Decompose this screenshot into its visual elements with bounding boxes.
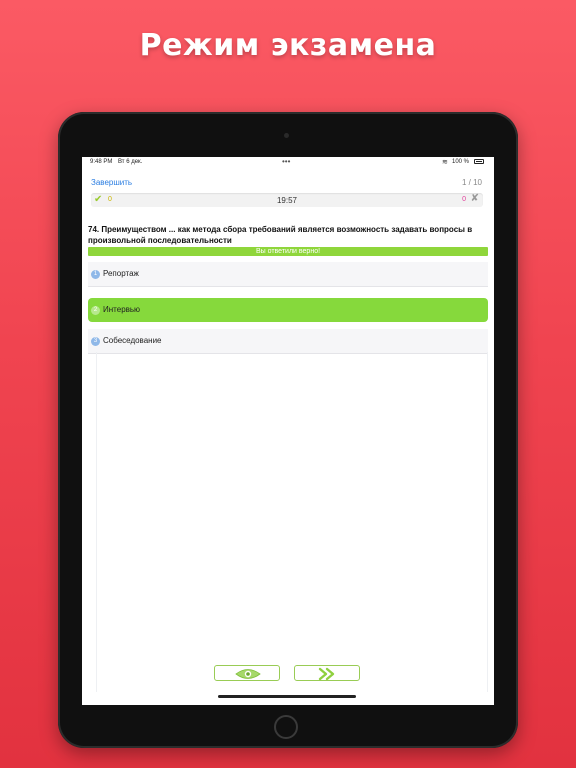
exam-timer: 19:57 xyxy=(276,196,298,205)
home-button[interactable] xyxy=(274,715,298,739)
multitask-dots-icon[interactable]: ••• xyxy=(282,157,290,166)
option-number-badge: 2 xyxy=(91,306,100,315)
navigation-bar: Завершить 1 / 10 xyxy=(82,177,494,191)
eye-icon xyxy=(235,669,261,679)
answer-option-3[interactable]: 3 Собеседование xyxy=(88,329,488,354)
option-number-badge: 1 xyxy=(91,270,100,279)
right-guide-line xyxy=(487,352,488,692)
option-label: Репортаж xyxy=(103,269,139,278)
status-bar: 9:48 PM Вт 6 дек. ••• ≋ 100 % xyxy=(82,157,494,167)
tablet-frame: 9:48 PM Вт 6 дек. ••• ≋ 100 % Завершить … xyxy=(58,112,518,748)
battery-icon xyxy=(474,159,484,164)
wifi-icon: ≋ xyxy=(442,159,448,166)
score-bar: ✔ 0 19:57 0 ✘ xyxy=(91,193,483,207)
page-headline: Режим экзамена xyxy=(139,28,437,63)
question-progress: 1 / 10 xyxy=(461,178,482,187)
option-number-badge: 3 xyxy=(91,337,100,346)
status-time: 9:48 PM xyxy=(90,159,113,165)
camera-dot xyxy=(284,133,289,138)
status-date: Вт 6 дек. xyxy=(118,159,143,165)
battery-percent: 100 % xyxy=(452,159,470,165)
answer-option-2[interactable]: 2 Интервью xyxy=(88,298,488,322)
question-text: 74. Преимуществом ... как метода сбора т… xyxy=(88,225,473,245)
cross-icon: ✘ xyxy=(470,193,479,204)
option-label: Интервью xyxy=(103,305,141,314)
double-chevron-right-icon xyxy=(318,667,335,681)
next-question-button[interactable] xyxy=(294,665,360,681)
app-screen: 9:48 PM Вт 6 дек. ••• ≋ 100 % Завершить … xyxy=(82,157,494,705)
show-answer-button[interactable] xyxy=(214,665,280,681)
option-label: Собеседование xyxy=(103,336,162,345)
left-guide-line xyxy=(96,352,97,692)
answer-option-1[interactable]: 1 Репортаж xyxy=(88,262,488,287)
wrong-count: 0 xyxy=(462,196,466,203)
result-banner: Вы ответили верно! xyxy=(88,247,488,256)
finish-button[interactable]: Завершить xyxy=(91,178,132,187)
home-indicator[interactable] xyxy=(218,695,356,698)
